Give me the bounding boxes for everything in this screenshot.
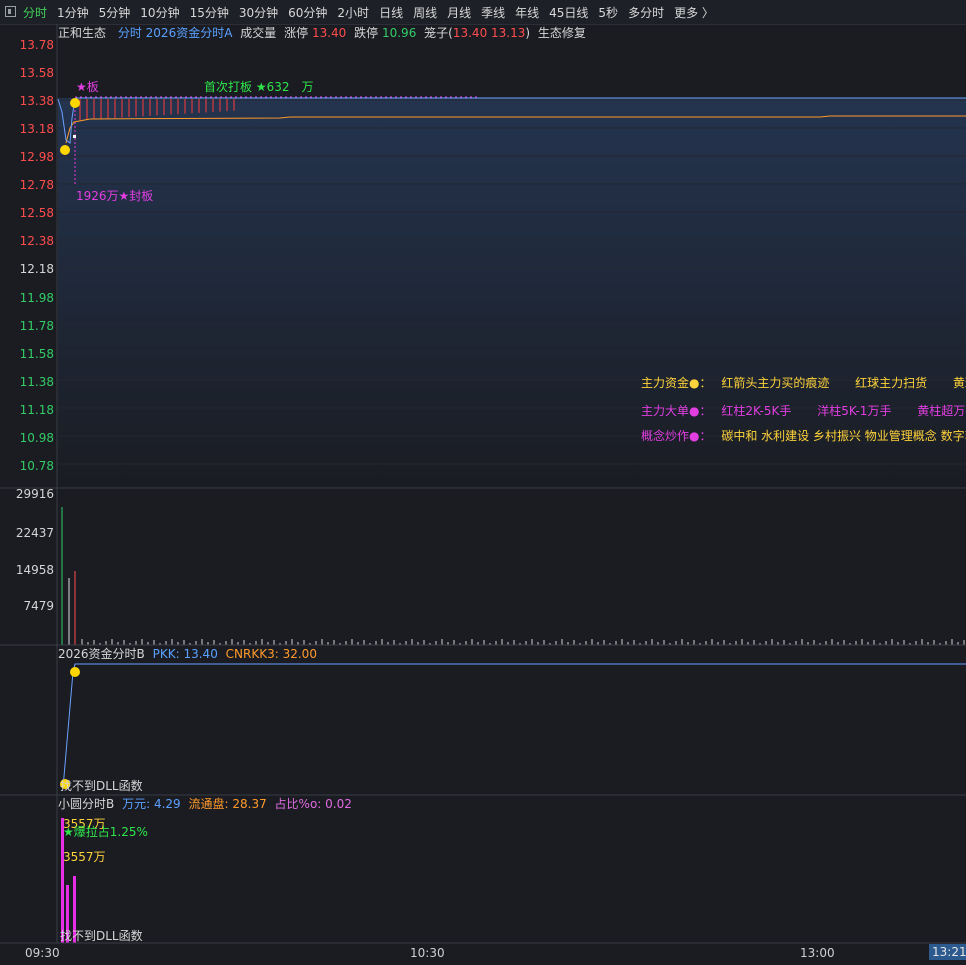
low-marker <box>60 145 70 155</box>
legend-main-funds: 主力资金●： 红箭头主力买的痕迹 红球主力扫货 黄球 <box>641 374 966 391</box>
first-board-label: 首次打板 ★632 万 <box>204 80 314 94</box>
panel-c-burst-label: ★爆拉占1.25% <box>63 825 148 839</box>
volume-tick-label: 29916 <box>15 487 54 501</box>
volume-bars <box>61 507 965 645</box>
legend-item: 洋柱5K-1万手 <box>817 404 892 418</box>
legend-item: 黄柱超万手 <box>917 404 966 418</box>
seal-board-label: 1926万★封板 <box>76 189 154 203</box>
legend-concepts-label: 概念炒作●： <box>641 429 712 443</box>
price-tick-label: 11.78 <box>19 319 54 333</box>
legend-main-funds-label: 主力资金●： <box>641 376 712 390</box>
price-tick-label: 11.18 <box>19 403 54 417</box>
panel-b-header: 2026资金分时B PKK: 13.40 CNRKK3: 32.00 <box>58 646 317 662</box>
pkk-value: 13.40 <box>183 647 218 661</box>
legend-main-orders: 主力大单●： 红柱2K-5K手 洋柱5K-1万手 黄柱超万手 <box>641 402 966 419</box>
time-label-start: 09:30 <box>25 946 60 960</box>
price-tick-label: 12.38 <box>19 234 54 248</box>
legend-item: 黄球 <box>953 376 966 390</box>
star-board-label: ★板 <box>76 80 99 94</box>
time-label-1300: 13:00 <box>800 946 835 960</box>
price-tick-label: 11.58 <box>19 347 54 361</box>
cnrkk-value: 32.00 <box>282 647 317 661</box>
price-tick-label: 12.58 <box>19 206 54 220</box>
legend-item: 红柱2K-5K手 <box>721 404 792 418</box>
panel-c-title: 小圆分时B <box>58 797 115 811</box>
ratio-value: 0.02 <box>325 797 352 811</box>
price-tick-label: 13.58 <box>19 66 54 80</box>
legend-concepts: 概念炒作●： 碳中和 水利建设 乡村振兴 物业管理概念 数字孪 <box>641 427 966 444</box>
panel-b-dll-error: 找不到DLL函数 <box>60 779 143 793</box>
legend-main-orders-label: 主力大单●： <box>641 404 712 418</box>
panel-c-dll-error: 找不到DLL函数 <box>60 929 143 943</box>
price-tick-label: 10.98 <box>19 431 54 445</box>
price-tick-label: 11.98 <box>19 291 54 305</box>
panel-c-header: 小圆分时B 万元: 4.29 流通盘: 28.37 占比%o: 0.02 <box>58 796 352 812</box>
time-label-current: 13:21 <box>929 944 966 960</box>
panel-b-top-marker <box>70 667 80 677</box>
small-marker <box>73 135 76 138</box>
panel-c-amount-2: 3557万 <box>63 850 106 864</box>
price-tick-label: 13.78 <box>19 38 54 52</box>
ratio-label: 占比%o: <box>274 797 322 811</box>
float-value: 28.37 <box>232 797 267 811</box>
price-axis-mid: 12.18 <box>19 262 54 276</box>
time-label-1030: 10:30 <box>410 946 445 960</box>
volume-tick-label: 7479 <box>23 599 54 613</box>
cnrkk-label: CNRKK3: <box>225 647 279 661</box>
price-tick-label: 10.78 <box>19 459 54 473</box>
panel-b-title: 2026资金分时B <box>58 647 145 661</box>
pkk-label: PKK: <box>152 647 180 661</box>
legend-item: 红球主力扫货 <box>855 376 928 390</box>
intraday-chart <box>0 24 966 944</box>
legend-item: 红箭头主力买的痕迹 <box>721 376 830 390</box>
legend-concepts-text: 碳中和 水利建设 乡村振兴 物业管理概念 数字孪 <box>721 429 966 443</box>
wanyuan-label: 万元: <box>122 797 151 811</box>
float-label: 流通盘: <box>188 797 229 811</box>
price-tick-label: 12.78 <box>19 178 54 192</box>
price-tick-label: 13.18 <box>19 122 54 136</box>
volume-tick-label: 22437 <box>15 526 54 540</box>
panel-b-line <box>62 663 966 789</box>
price-tick-label: 11.38 <box>19 375 54 389</box>
board-marker <box>70 98 80 108</box>
price-tick-label: 12.98 <box>19 150 54 164</box>
volume-tick-label: 14958 <box>15 563 54 577</box>
price-tick-label: 13.38 <box>19 94 54 108</box>
wanyuan-value: 4.29 <box>153 797 181 811</box>
